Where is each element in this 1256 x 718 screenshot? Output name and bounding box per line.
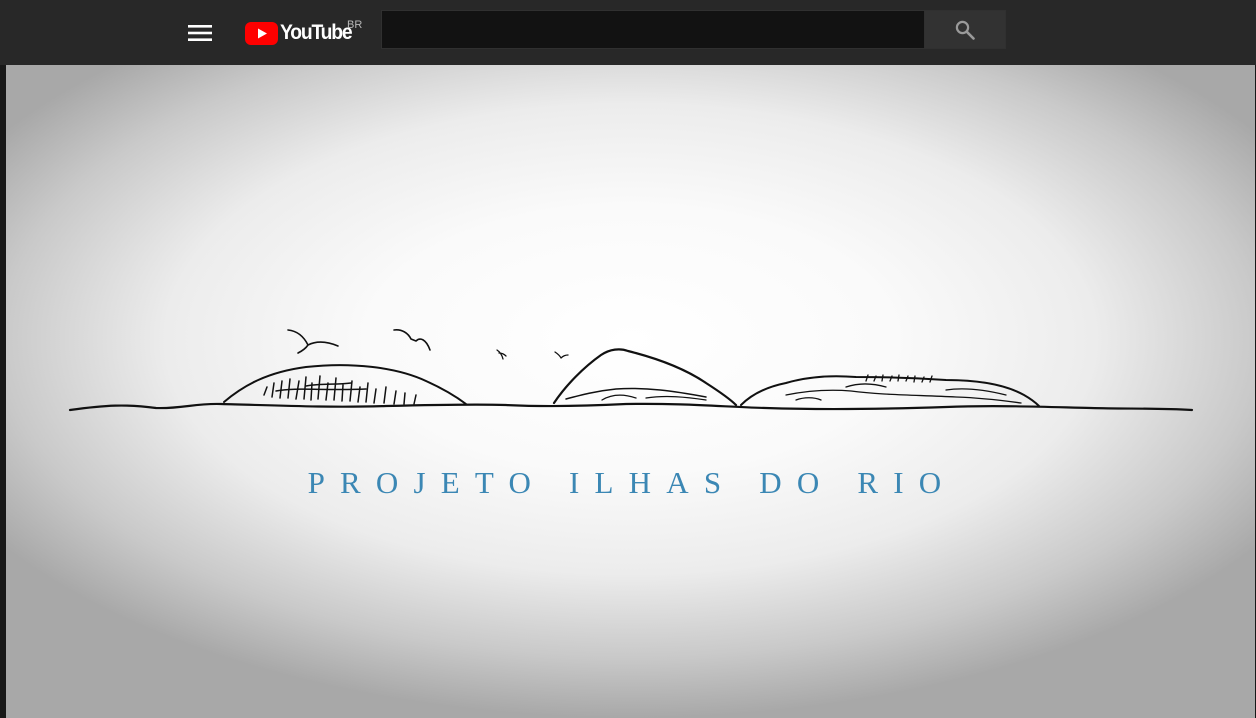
hamburger-menu-icon [188,25,212,41]
right-island-vegetation [785,374,1022,404]
middle-island-outline [552,348,738,407]
video-frame-title: PROJETO ILHAS DO RIO [307,465,957,500]
left-island-outline [223,364,467,405]
youtube-play-logo-icon [245,21,278,45]
horizon-line [68,402,1194,412]
left-island-vegetation [263,375,417,405]
logo-wordmark: YouTube [280,21,353,44]
seagull-4 [554,351,569,359]
islands-illustration [68,329,1194,412]
seagull-3 [496,349,507,360]
youtube-logo-link[interactable]: YouTube [245,19,358,47]
guide-menu-button[interactable] [180,14,220,52]
masthead: YouTube BR [0,0,1256,65]
video-player[interactable]: PROJETO ILHAS DO RIO [6,65,1255,718]
seagull-2 [393,329,431,351]
seagull-1 [287,329,339,354]
search-button[interactable] [924,10,1006,49]
search-icon [955,20,975,40]
logo-country-code: BR [347,19,363,31]
search-input[interactable] [381,10,924,49]
